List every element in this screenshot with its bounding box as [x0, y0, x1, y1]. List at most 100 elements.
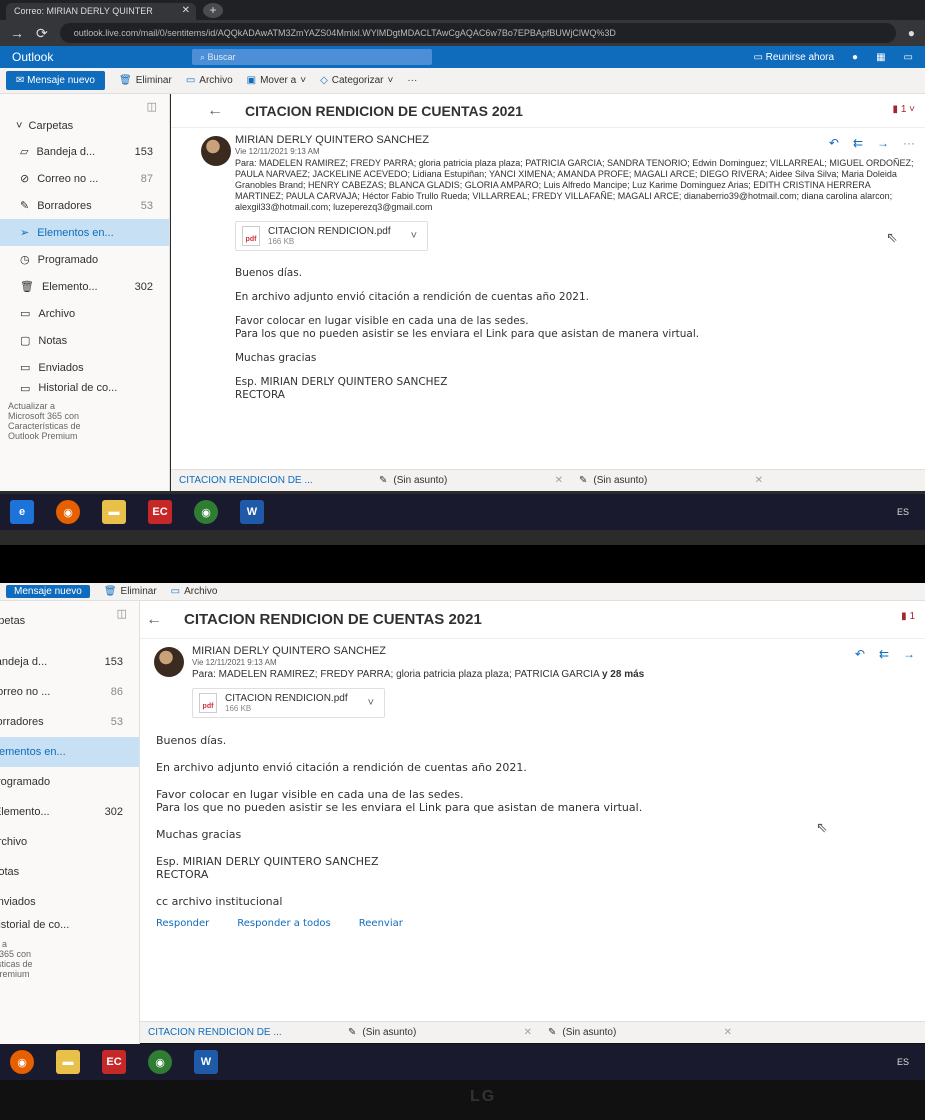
sidebar-item-notes[interactable]: ▢Notas — [0, 327, 169, 354]
attachment-card[interactable]: pdf CITACION RENDICION.pdf 166 KB ˅ — [235, 221, 429, 251]
sidebar-item-notes[interactable]: ▢Notas — [0, 857, 139, 887]
meet-now-button[interactable]: ▭ Reunirse ahora — [753, 52, 834, 63]
delete-button[interactable]: 🗑 Eliminar — [104, 586, 157, 597]
attachment-card[interactable]: pdf CITACION RENDICION.pdf 166 KB ˅ — [192, 688, 386, 718]
word-icon[interactable]: W — [194, 1050, 218, 1074]
sender-name[interactable]: MIRIAN DERLY QUINTERO SANCHEZ — [235, 134, 915, 146]
reply-link[interactable]: Responder — [156, 918, 209, 929]
close-icon: ✕ — [523, 1027, 532, 1038]
chrome-icon[interactable]: ◉ — [148, 1050, 172, 1074]
sidebar-item-drafts[interactable]: ✎Borradores53 — [0, 707, 139, 737]
upgrade-promo[interactable]: Actualizar aMicrosoft 365 conCaracteríst… — [0, 395, 169, 441]
url-field[interactable]: outlook.live.com/mail/0/sentitems/id/AQQ… — [59, 23, 896, 43]
forward-icon[interactable]: → — [10, 25, 24, 41]
search-input[interactable]: ⌕ Buscar — [192, 49, 432, 65]
move-icon: ▣ — [246, 75, 257, 86]
archive-button[interactable]: ▭ Archivo — [171, 586, 218, 597]
file-explorer-icon[interactable]: ▬ — [56, 1050, 80, 1074]
reload-icon[interactable]: ⟳ — [36, 25, 48, 42]
sidebar-item-archive[interactable]: ▭Archivo — [0, 300, 169, 327]
word-icon[interactable]: W — [240, 500, 264, 524]
draft-tab-1[interactable]: CITACION RENDICION DE ... — [140, 1027, 340, 1038]
command-bar: ✉ Mensaje nuevo 🗑 Eliminar ▭ Archivo ▣ Move… — [0, 68, 925, 94]
chevron-down-icon[interactable]: ˅ — [411, 230, 417, 242]
folders-header[interactable]: ˅ Carpetas — [0, 94, 169, 138]
apps-icon[interactable]: ▦ — [876, 52, 885, 63]
chrome-icon[interactable]: ◉ — [194, 500, 218, 524]
sidebar-item-sent-items[interactable]: ▭Enviados — [0, 887, 139, 917]
thread-count-icon[interactable]: ▮ 1 ˅ — [893, 104, 915, 115]
message-actions: ↶ ⇇ → — [855, 647, 915, 661]
chevron-down-icon[interactable]: ˅ — [368, 697, 374, 709]
firefox-icon[interactable]: ◉ — [56, 500, 80, 524]
back-arrow-icon[interactable]: ← — [146, 611, 162, 629]
draft-tab-3[interactable]: ✎ (Sin asunto) ✕ — [540, 1027, 740, 1038]
delete-button[interactable]: 🗑 Eliminar — [119, 75, 172, 86]
edge-icon[interactable]: e — [10, 500, 34, 524]
new-mail-button[interactable]: ✉ Mensaje nuevo — [6, 71, 105, 90]
office-app-icon[interactable]: EC — [102, 1050, 126, 1074]
sidebar-item-sent-items[interactable]: ▭Enviados — [0, 354, 169, 381]
draft-tab-2[interactable]: ✎ (Sin asunto) ✕ — [371, 475, 571, 486]
draft-tab-2[interactable]: ✎ (Sin asunto) ✕ — [340, 1027, 540, 1038]
sidebar-item-sent[interactable]: ➢Elementos en... — [0, 219, 169, 246]
reply-icon[interactable]: ↶ — [829, 136, 839, 150]
sidebar-item-junk[interactable]: ⊘Correo no ...86 — [0, 677, 139, 707]
categorize-button[interactable]: ◇ Categorizar ˅ — [320, 75, 393, 86]
back-arrow-icon[interactable]: ← — [207, 102, 223, 120]
sidebar-item-scheduled[interactable]: ◷Programado — [0, 767, 139, 797]
skype-icon[interactable]: ● — [852, 52, 858, 63]
sidebar-item-inbox[interactable]: ▱Bandeja d...153 — [0, 138, 169, 165]
browser-tab[interactable]: Correo: MIRIAN DERLY QUINTER ✕ — [6, 3, 196, 20]
pencil-icon: ✎ — [20, 200, 30, 212]
reply-all-icon[interactable]: ⇇ — [879, 647, 889, 661]
sidebar-toggle-icon[interactable]: ◫ — [147, 100, 157, 113]
sender-name[interactable]: MIRIAN DERLY QUINTERO SANCHEZ — [192, 645, 915, 657]
reply-all-link[interactable]: Responder a todos — [237, 918, 330, 929]
sidebar-item-deleted[interactable]: 🗑Elemento...302 — [0, 797, 139, 827]
sidebar-item-junk[interactable]: ⊘ Correo no ... 87 — [0, 165, 169, 192]
sidebar-item-deleted[interactable]: 🗑Elemento...302 — [0, 273, 169, 300]
sidebar-item-sent[interactable]: ➢Elementos en... — [0, 737, 139, 767]
language-indicator[interactable]: ES — [897, 507, 909, 517]
draft-tab-1[interactable]: CITACION RENDICION DE ... — [171, 475, 371, 486]
sidebar-item-drafts[interactable]: ✎Borradores53 — [0, 192, 169, 219]
pencil-icon: ✎ — [348, 1027, 357, 1038]
close-tab-icon[interactable]: ✕ — [182, 5, 190, 16]
sidebar-item-archive[interactable]: ▭Archivo — [0, 827, 139, 857]
mouse-cursor-icon: ⇖ — [886, 229, 898, 245]
thread-count-icon[interactable]: ▮ 1 — [901, 611, 915, 622]
sidebar-item-inbox[interactable]: ▱Bandeja d...153 — [0, 647, 139, 677]
tag-icon: ◇ — [320, 75, 328, 86]
feedback-icon[interactable]: ▭ — [904, 52, 913, 63]
file-explorer-icon[interactable]: ▬ — [102, 500, 126, 524]
email-body: Buenos días. En archivo adjunto envió ci… — [235, 267, 700, 401]
more-commands-button[interactable]: ··· — [407, 75, 417, 86]
new-mail-button[interactable]: Mensaje nuevo — [6, 585, 90, 598]
move-to-button[interactable]: ▣ Mover a ˅ — [247, 75, 306, 86]
folder-icon: ▭ — [20, 362, 31, 374]
sidebar-toggle-icon[interactable]: ◫ — [117, 607, 127, 620]
email-message: MIRIAN DERLY QUINTERO SANCHEZ Vie 12/11/… — [140, 639, 925, 718]
upgrade-promo[interactable]: Actualizar aMicrosoft 365 conCaracteríst… — [0, 933, 139, 979]
sidebar-item-history[interactable]: ▭Historial de co... — [0, 917, 139, 933]
sidebar-item-scheduled[interactable]: ◷Programado — [0, 246, 169, 273]
forward-icon[interactable]: → — [877, 136, 889, 150]
clock-icon: ◷ — [20, 254, 30, 266]
more-icon[interactable]: ··· — [903, 136, 915, 150]
office-app-icon[interactable]: EC — [148, 500, 172, 524]
reply-icon[interactable]: ↶ — [855, 647, 865, 661]
new-tab-icon[interactable]: + — [203, 3, 223, 18]
forward-icon[interactable]: → — [903, 647, 915, 661]
pdf-icon: pdf — [242, 226, 260, 246]
draft-tab-3[interactable]: ✎ (Sin asunto) ✕ — [571, 475, 771, 486]
outlook-brand[interactable]: Outlook — [12, 50, 192, 64]
archive-button[interactable]: ▭ Archivo — [186, 75, 233, 86]
reply-all-icon[interactable]: ⇇ — [853, 136, 863, 150]
forward-link[interactable]: Reenviar — [359, 918, 403, 929]
firefox-icon[interactable]: ◉ — [10, 1050, 34, 1074]
sidebar-item-history[interactable]: ▭Historial de co... — [0, 381, 169, 395]
more-recipients-link[interactable]: y 28 más — [602, 669, 644, 680]
language-indicator[interactable]: ES — [897, 1057, 909, 1067]
browser-menu-icon[interactable]: ● — [908, 26, 915, 40]
